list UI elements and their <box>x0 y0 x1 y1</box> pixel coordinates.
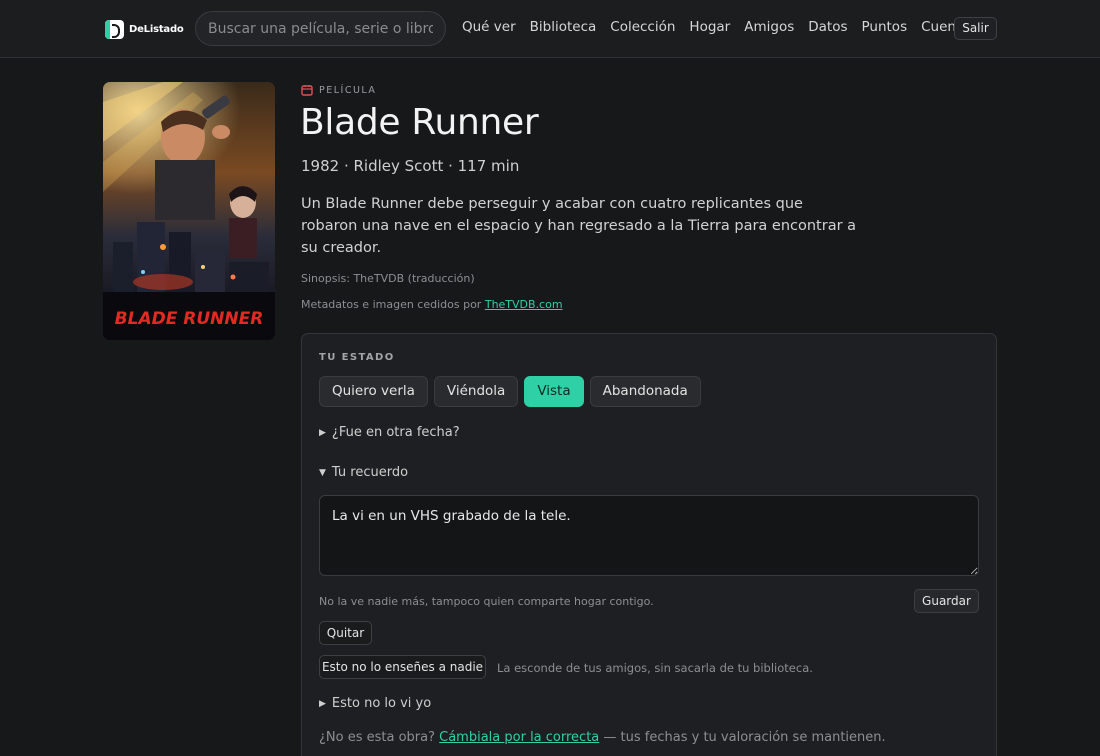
status-option-viendola[interactable]: Viéndola <box>433 376 519 407</box>
status-options: Quiero verla Viéndola Vista Abandonada <box>319 376 701 407</box>
triangle-right-icon: ▶ <box>319 427 326 438</box>
synopsis: Un Blade Runner debe perseguir y acabar … <box>301 196 857 256</box>
wrong-work-suffix: — tus fechas y tu valoración se mantiene… <box>603 730 886 745</box>
triangle-right-icon: ▶ <box>319 698 326 709</box>
logo[interactable]: DeListado <box>105 20 184 39</box>
status-option-abandonada[interactable]: Abandonada <box>589 376 701 407</box>
search-input[interactable] <box>195 11 446 46</box>
nav-item-puntos[interactable]: Puntos <box>862 19 908 35</box>
memory-textarea[interactable]: La vi en un VHS grabado de la tele. <box>319 495 979 576</box>
remove-button[interactable]: Quitar <box>319 621 372 645</box>
logo-icon <box>105 20 124 39</box>
nav-item-hogar[interactable]: Hogar <box>689 19 730 35</box>
logout-button[interactable]: Salir <box>954 17 997 40</box>
metadata-credit-text: Metadatos e imagen cedidos por <box>301 298 482 311</box>
save-button[interactable]: Guardar <box>914 589 979 613</box>
page-title: Blade Runner <box>300 102 539 143</box>
hide-hint: La esconde de tus amigos, sin sacarla de… <box>497 661 813 675</box>
top-bar: DeListado Qué ver Biblioteca Colección H… <box>0 0 1100 58</box>
synopsis-source: Sinopsis: TheTVDB (traducción) <box>301 272 475 285</box>
main-nav: Qué ver Biblioteca Colección Hogar Amigo… <box>462 19 984 35</box>
work-type: PELÍCULA <box>301 84 376 96</box>
memory-label: Tu recuerdo <box>331 465 409 480</box>
other-date-label: ¿Fue en otra fecha? <box>331 425 460 440</box>
film-icon <box>301 85 313 96</box>
status-panel: TU ESTADO Quiero verla Viéndola Vista Ab… <box>301 333 997 756</box>
work-meta: 1982 · Ridley Scott · 117 min <box>301 157 520 175</box>
other-date-toggle[interactable]: ▶ ¿Fue en otra fecha? <box>319 425 460 440</box>
memory-toggle[interactable]: ▼ Tu recuerdo <box>319 465 408 480</box>
nav-item-datos[interactable]: Datos <box>808 19 847 35</box>
logo-text: DeListado <box>129 24 184 35</box>
wrong-work-prefix: ¿No es esta obra? <box>319 730 435 745</box>
nav-item-coleccion[interactable]: Colección <box>610 19 675 35</box>
hide-from-everyone-button[interactable]: Esto no lo enseñes a nadie <box>319 655 486 679</box>
status-option-vista[interactable]: Vista <box>524 376 584 407</box>
nav-item-que-ver[interactable]: Qué ver <box>462 19 516 35</box>
not-seen-label: Esto no lo vi yo <box>331 696 432 711</box>
change-work-link[interactable]: Cámbiala por la correcta <box>439 730 599 745</box>
visibility-hint: No la ve nadie más, tampoco quien compar… <box>319 595 654 608</box>
status-heading: TU ESTADO <box>319 352 395 363</box>
poster-image: BLADE RUNNER <box>103 82 275 340</box>
wrong-work-notice: ¿No es esta obra? Cámbiala por la correc… <box>319 730 886 745</box>
triangle-down-icon: ▼ <box>319 467 326 478</box>
work-type-label: PELÍCULA <box>319 84 377 96</box>
poster-title-text: BLADE RUNNER <box>115 309 264 329</box>
nav-item-biblioteca[interactable]: Biblioteca <box>530 19 597 35</box>
tvdb-link[interactable]: TheTVDB.com <box>485 298 563 311</box>
nav-item-amigos[interactable]: Amigos <box>744 19 794 35</box>
metadata-credit: Metadatos e imagen cedidos por TheTVDB.c… <box>301 298 563 311</box>
status-option-quiero-verla[interactable]: Quiero verla <box>319 376 428 407</box>
not-seen-toggle[interactable]: ▶ Esto no lo vi yo <box>319 696 431 711</box>
